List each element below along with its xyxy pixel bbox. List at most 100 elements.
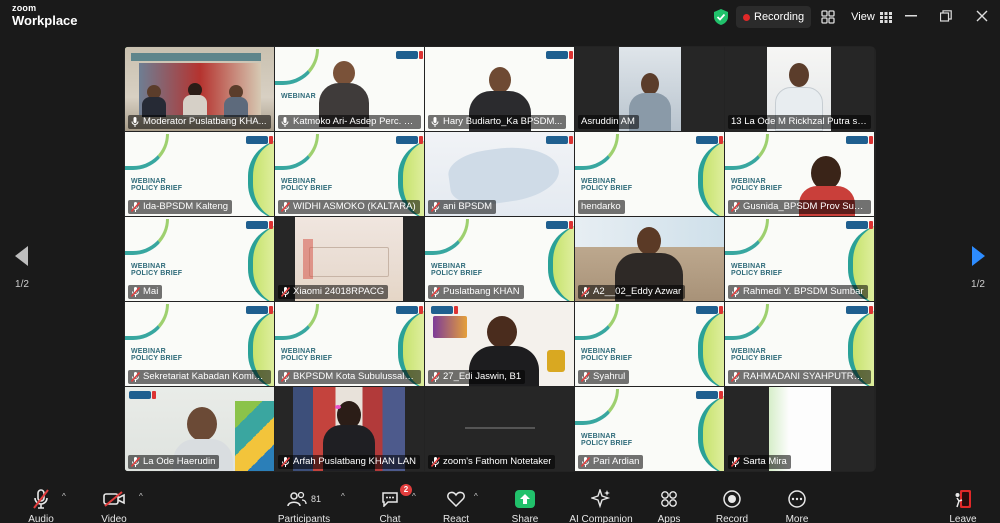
recording-label: Recording bbox=[754, 11, 805, 23]
grid-icon bbox=[879, 11, 892, 23]
lan-logo-icon bbox=[431, 306, 458, 314]
participant-tile[interactable]: Sarta Mira bbox=[725, 387, 874, 471]
react-options-chevron-icon[interactable]: ^ bbox=[474, 492, 478, 501]
participant-name: Syahrul bbox=[593, 371, 626, 382]
apps-button[interactable]: Apps bbox=[654, 488, 684, 523]
participants-options-chevron-icon[interactable]: ^ bbox=[341, 492, 345, 501]
participant-name: ani BPSDM bbox=[443, 201, 493, 212]
participant-tile[interactable]: Xiaomi 24018RPACG bbox=[275, 217, 424, 301]
participants-button[interactable]: 81 Participants bbox=[274, 488, 334, 523]
lan-logo-icon bbox=[396, 51, 423, 59]
video-options-chevron-icon[interactable]: ^ bbox=[139, 492, 143, 501]
microphone-muted-icon bbox=[431, 202, 440, 212]
participant-tile[interactable]: Moderator Puslatbang KHA... bbox=[125, 47, 274, 131]
lan-logo-icon bbox=[129, 391, 156, 399]
title-bar: zoom Workplace Recording View bbox=[0, 0, 1000, 34]
microphone-muted-icon bbox=[131, 202, 140, 212]
lan-logo-icon bbox=[246, 221, 273, 229]
page-indicator-left: 1/2 bbox=[15, 279, 29, 290]
participant-tile[interactable]: WEBINAR POLICY BRIEF Puslatbang KHAN bbox=[425, 217, 574, 301]
participant-tile[interactable]: WEBINAR POLICY BRIEF Rahmedi Y. BPSDM Sum… bbox=[725, 217, 874, 301]
participant-tile[interactable]: ani BPSDM bbox=[425, 132, 574, 216]
participant-tile[interactable]: 13 La Ode M Rickhzal Putra set... bbox=[725, 47, 874, 131]
restore-icon[interactable] bbox=[936, 6, 956, 26]
lan-logo-icon bbox=[846, 306, 873, 314]
participant-tile[interactable]: WEBINAR POLICY BRIEF hendarko bbox=[575, 132, 724, 216]
view-button[interactable]: View bbox=[845, 6, 898, 28]
participant-name-label: Asruddin AM bbox=[578, 115, 639, 129]
participant-name-label: BKPSDM Kota Subulussalam bbox=[278, 370, 421, 384]
meeting-controls-toolbar: Audio ^ Video ^ 81 Participants ^ 2 Chat… bbox=[0, 478, 1000, 523]
lan-logo-icon bbox=[396, 306, 423, 314]
ai-companion-label: AI Companion bbox=[569, 514, 633, 523]
participant-name: La Ode Haerudin bbox=[143, 456, 216, 467]
minimize-icon[interactable] bbox=[901, 6, 921, 26]
ai-companion-button[interactable]: AI Companion bbox=[568, 488, 634, 523]
audio-options-chevron-icon[interactable]: ^ bbox=[62, 492, 66, 501]
leave-button[interactable]: Leave bbox=[948, 488, 978, 523]
next-page-button[interactable]: 1/2 bbox=[964, 246, 992, 290]
participant-tile[interactable]: Arfah Puslatbang KHAN LAN bbox=[275, 387, 424, 471]
previous-page-button[interactable]: 1/2 bbox=[8, 246, 36, 290]
microphone-muted-icon bbox=[581, 457, 590, 467]
logo-line2: Workplace bbox=[12, 13, 78, 28]
zoom-workplace-logo: zoom Workplace bbox=[12, 4, 78, 28]
recording-indicator[interactable]: Recording bbox=[736, 6, 812, 28]
chevron-right-icon bbox=[972, 246, 985, 266]
share-button[interactable]: Share bbox=[509, 488, 541, 523]
participant-tile[interactable]: 27_Edi Jaswin, B1 bbox=[425, 302, 574, 386]
participant-name: Arfah Puslatbang KHAN LAN bbox=[293, 456, 417, 467]
microphone-muted-icon bbox=[431, 372, 440, 382]
lan-logo-icon bbox=[696, 306, 723, 314]
record-button[interactable]: Record bbox=[713, 488, 751, 523]
participant-tile[interactable]: Asruddin AM bbox=[575, 47, 724, 131]
audio-label: Audio bbox=[28, 514, 54, 523]
participant-tile[interactable]: WEBINAR POLICY BRIEF Mai bbox=[125, 217, 274, 301]
participant-name-label: Rahmedi Y. BPSDM Sumbar bbox=[728, 285, 868, 299]
microphone-muted-icon bbox=[22, 488, 60, 510]
participant-tile[interactable]: Hary Budiarto_Ka BPSDM... bbox=[425, 47, 574, 131]
participant-name-label: hendarko bbox=[578, 200, 625, 214]
participant-name: Katmoko Ari- Asdep Perc. Tr... bbox=[293, 116, 417, 127]
participant-name: hendarko bbox=[581, 201, 621, 212]
participant-tile[interactable]: zoom's Fathom Notetaker bbox=[425, 387, 574, 471]
microphone-muted-icon bbox=[731, 202, 740, 212]
participant-name-label: Hary Budiarto_Ka BPSDM... bbox=[428, 115, 567, 129]
participant-name-label: RAHMADANI SYAHPUTRA, S... bbox=[728, 370, 871, 384]
chat-button[interactable]: 2 Chat bbox=[374, 484, 412, 523]
react-label: React bbox=[442, 514, 470, 523]
participant-tile[interactable]: WEBINAR Katmoko Ari- Asdep Perc. Tr... bbox=[275, 47, 424, 131]
participant-name: Sarta Mira bbox=[743, 456, 787, 467]
video-label: Video bbox=[101, 514, 127, 523]
close-icon[interactable] bbox=[972, 6, 992, 26]
participant-tile[interactable]: A2__02_Eddy Azwar bbox=[575, 217, 724, 301]
lan-logo-icon bbox=[846, 136, 873, 144]
participant-tile[interactable]: WEBINAR POLICY BRIEF Syahrul bbox=[575, 302, 724, 386]
participant-name-label: ani BPSDM bbox=[428, 200, 497, 214]
participant-tile[interactable]: WEBINAR POLICY BRIEF Gusnida_BPSDM Prov S… bbox=[725, 132, 874, 216]
participant-tile[interactable]: WEBINAR POLICY BRIEF Sekretariat Kabadan … bbox=[125, 302, 274, 386]
participant-tile[interactable]: WEBINAR POLICY BRIEF Pari Ardian bbox=[575, 387, 724, 471]
participant-tile[interactable]: La Ode Haerudin bbox=[125, 387, 274, 471]
heart-icon bbox=[447, 491, 465, 507]
security-shield-icon[interactable] bbox=[712, 7, 730, 27]
speaker-view-icon[interactable] bbox=[817, 6, 839, 28]
meeting-status-group: Recording View bbox=[712, 5, 898, 29]
page-indicator-right: 1/2 bbox=[971, 279, 985, 290]
participant-name-label: 27_Edi Jaswin, B1 bbox=[428, 370, 526, 384]
more-button[interactable]: More bbox=[782, 488, 812, 523]
react-button[interactable]: React bbox=[440, 488, 472, 523]
participant-tile[interactable]: WEBINAR POLICY BRIEF Ida-BPSDM Kalteng bbox=[125, 132, 274, 216]
participant-tile[interactable]: WEBINAR POLICY BRIEF RAHMADANI SYAHPUTRA,… bbox=[725, 302, 874, 386]
participant-name: Gusnida_BPSDM Prov Sumb... bbox=[743, 201, 867, 212]
participant-name: Pari Ardian bbox=[593, 456, 640, 467]
chat-options-chevron-icon[interactable]: ^ bbox=[412, 492, 416, 501]
apps-icon bbox=[661, 491, 677, 507]
video-button[interactable]: Video bbox=[94, 488, 134, 523]
participant-name-label: 13 La Ode M Rickhzal Putra set... bbox=[728, 115, 871, 129]
participant-tile[interactable]: WEBINAR POLICY BRIEF WIDHI ASMOKO (KALTAR… bbox=[275, 132, 424, 216]
participant-tile[interactable]: WEBINAR POLICY BRIEF BKPSDM Kota Subuluss… bbox=[275, 302, 424, 386]
participant-name-label: zoom's Fathom Notetaker bbox=[428, 455, 556, 469]
audio-button[interactable]: Audio bbox=[22, 488, 60, 523]
microphone-muted-icon bbox=[731, 372, 740, 382]
